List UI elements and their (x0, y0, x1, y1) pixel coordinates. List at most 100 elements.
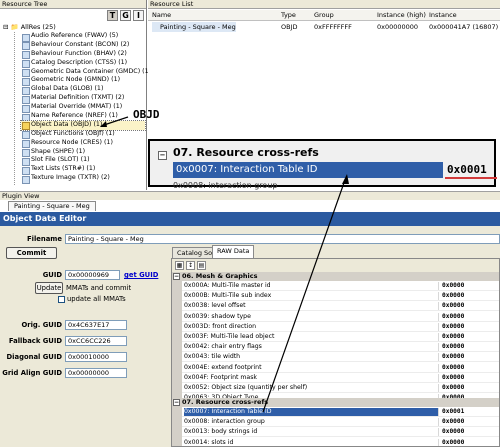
property-value[interactable]: 0x0000 (442, 333, 464, 341)
collapse-icon: − (158, 151, 167, 160)
guid-field[interactable]: 0x00000969 (65, 270, 120, 280)
property-row[interactable]: 0x003F: Multi-Tile lead object 0x0000 (182, 333, 499, 342)
zoom-section-label: 07. Resource cross-refs (173, 146, 319, 159)
tree-item-txmt[interactable]: Material Definition (TXMT) (2) (21, 94, 145, 104)
update-all-mmats-checkbox[interactable] (58, 296, 65, 303)
property-grid-toolbar: ▦ ↕ ▤ (172, 259, 499, 272)
row-group: 0xFFFFFFFF (314, 23, 352, 31)
property-key: 0x000A: Multi-Tile master id (184, 282, 439, 290)
tree-item-glob[interactable]: Global Data (GLOB) (1) (21, 85, 145, 95)
fallback-guid-field[interactable]: 0xCC6CC226 (65, 336, 127, 346)
collapse-icon[interactable]: ⊟ (3, 23, 11, 31)
tree-item-bcon[interactable]: Behaviour Constant (BCON) (2) (21, 41, 145, 51)
column-header-name[interactable]: Name (152, 10, 171, 21)
tree-item-str[interactable]: Text Lists (STR#) (1) (21, 165, 145, 175)
tree-view-type-button[interactable]: T (107, 10, 118, 21)
property-key: 0x0008: interaction group (184, 418, 439, 427)
tree-view-toolbar: T G I (107, 10, 144, 21)
property-value[interactable]: 0x0000 (442, 282, 464, 290)
property-key: 0x0013: body strings id (184, 428, 439, 437)
property-row[interactable]: 0x0013: body strings id 0x0000 (182, 428, 499, 438)
property-row[interactable]: 0x0014: slots id 0x0000 (182, 438, 499, 446)
property-value[interactable]: 0x0001 (442, 408, 464, 416)
tree-item-gmnd[interactable]: Geometric Node (GMND) (1) (21, 76, 145, 86)
tree-item-ctss[interactable]: Catalog Description (CTSS) (1) (21, 59, 145, 69)
property-value[interactable]: 0x0000 (442, 364, 464, 372)
tree-root-allres[interactable]: ⊟ 📁 AllRes (25) (3, 23, 56, 32)
tree-view-group-button[interactable]: G (120, 10, 131, 21)
objd-annotation: OBJD (133, 108, 160, 121)
property-value[interactable]: 0x0000 (442, 313, 464, 321)
diagonal-guid-label: Diagonal GUID (6, 353, 62, 361)
property-row[interactable]: 0x0038: level offset 0x0000 (182, 302, 499, 312)
property-row[interactable]: 0x004E: extend footprint 0x0000 (182, 363, 499, 373)
property-row[interactable]: 0x0052: Object size (quantity per shelf)… (182, 384, 499, 393)
property-value[interactable]: 0x0000 (442, 302, 464, 310)
commit-button[interactable]: Commit (6, 247, 57, 259)
collapse-icon[interactable]: − (173, 273, 180, 280)
filename-field[interactable]: Painting - Square - Meg (65, 234, 500, 244)
property-row[interactable]: 0x000B: Multi-Tile sub index 0x0000 (182, 292, 499, 302)
property-row[interactable]: 0x0039: shadow type 0x0000 (182, 312, 499, 322)
update-button[interactable]: Update (35, 282, 63, 294)
update-all-mmats-label: update all MMATs (67, 295, 126, 303)
tree-item-objf[interactable]: Object Functions (OBJf) (1) (21, 130, 145, 140)
tree-item-gmdc[interactable]: Geometric Data Container (GMDC) (1) (21, 68, 151, 77)
column-header-instance[interactable]: Instance (429, 10, 457, 21)
tree-item-cres[interactable]: Resource Node (CRES) (1) (21, 139, 145, 149)
zoom-selected-row: 0x0007: Interaction Table ID (173, 162, 443, 178)
collapse-icon[interactable]: − (173, 399, 180, 406)
grid-align-guid-field[interactable]: 0x00000000 (65, 368, 127, 378)
property-row[interactable]: 0x003D: front direction 0x0000 (182, 322, 499, 332)
property-value[interactable]: 0x0000 (442, 384, 464, 392)
property-row[interactable]: 0x000A: Multi-Tile master id 0x0000 (182, 282, 499, 291)
tree-item-mmat[interactable]: Material Override (MMAT) (1) (21, 103, 145, 113)
property-row[interactable]: 0x0043: tile width 0x0000 (182, 353, 499, 363)
folder-icon: 📁 (10, 23, 19, 31)
property-key: 0x0042: chair entry flags (184, 343, 439, 352)
tree-item-objd[interactable]: Object Data (OBJD) (1) (20, 119, 146, 131)
property-value[interactable]: 0x0000 (442, 323, 464, 331)
categorized-view-icon[interactable]: ▦ (175, 261, 184, 270)
diagonal-guid-field[interactable]: 0x00010000 (65, 352, 127, 362)
property-row[interactable]: 0x0007: Interaction Table ID 0x0001 (182, 408, 499, 417)
tree-item-txtr[interactable]: Texture Image (TXTR) (2) (21, 174, 145, 184)
property-row[interactable]: 0x0008: interaction group 0x0000 (182, 418, 499, 428)
property-row[interactable]: 0x0042: chair entry flags 0x0000 (182, 343, 499, 353)
property-value[interactable]: 0x0000 (442, 343, 464, 351)
property-key: 0x004F: Footprint mask (184, 373, 439, 382)
plugin-document-tab[interactable]: Painting - Square - Meg (8, 201, 96, 211)
tree-item-slot[interactable]: Slot File (SLOT) (1) (21, 156, 145, 166)
property-key: 0x003D: front direction (184, 322, 439, 331)
alphabetical-sort-icon[interactable]: ↕ (186, 261, 195, 270)
column-header-type[interactable]: Type (281, 10, 296, 21)
column-header-group[interactable]: Group (314, 10, 334, 21)
orig-guid-field[interactable]: 0x4C637E17 (65, 320, 127, 330)
property-value[interactable]: 0x0000 (442, 439, 464, 446)
properties-icon[interactable]: ▤ (197, 261, 206, 270)
property-value[interactable]: 0x0000 (442, 428, 464, 436)
tree-item-shpe[interactable]: Shape (SHPE) (1) (21, 148, 145, 157)
tree-item-bhav[interactable]: Behaviour Function (BHAV) (2) (21, 50, 145, 60)
row-instance-high: 0x00000000 (377, 23, 419, 31)
row-type: OBJD (281, 23, 298, 31)
tree-item-fwav[interactable]: Audio Reference (FWAV) (5) (21, 32, 145, 42)
tree-guide-line (14, 32, 15, 185)
property-value[interactable]: 0x0000 (442, 374, 464, 382)
zoom-section-header: −07. Resource cross-refs (158, 146, 319, 160)
resource-list-row[interactable]: Painting - Square - Meg OBJD 0xFFFFFFFF … (148, 22, 500, 32)
grid-section-mesh-graphics[interactable]: −06. Mesh & Graphics (172, 272, 499, 281)
tree-item-nref[interactable]: Name Reference (NREF) (1) (21, 112, 145, 122)
property-value[interactable]: 0x0000 (442, 292, 464, 300)
property-row[interactable]: 0x004F: Footprint mask 0x0000 (182, 373, 499, 383)
property-value[interactable]: 0x0000 (442, 418, 464, 426)
grid-section-resource-cross-refs[interactable]: −07. Resource cross-refs (172, 398, 499, 407)
property-value[interactable]: 0x0000 (442, 353, 464, 361)
plugin-view-title: Plugin View (0, 191, 500, 200)
get-guid-link[interactable]: get GUID (124, 271, 158, 279)
tree-view-instance-button[interactable]: I (133, 10, 144, 21)
column-header-instance-high[interactable]: Instance (high) (377, 10, 426, 21)
tab-raw-data[interactable]: RAW Data (212, 245, 255, 258)
grid-gutter (172, 272, 182, 446)
mmats-commit-label: MMATs and commit (66, 284, 132, 292)
